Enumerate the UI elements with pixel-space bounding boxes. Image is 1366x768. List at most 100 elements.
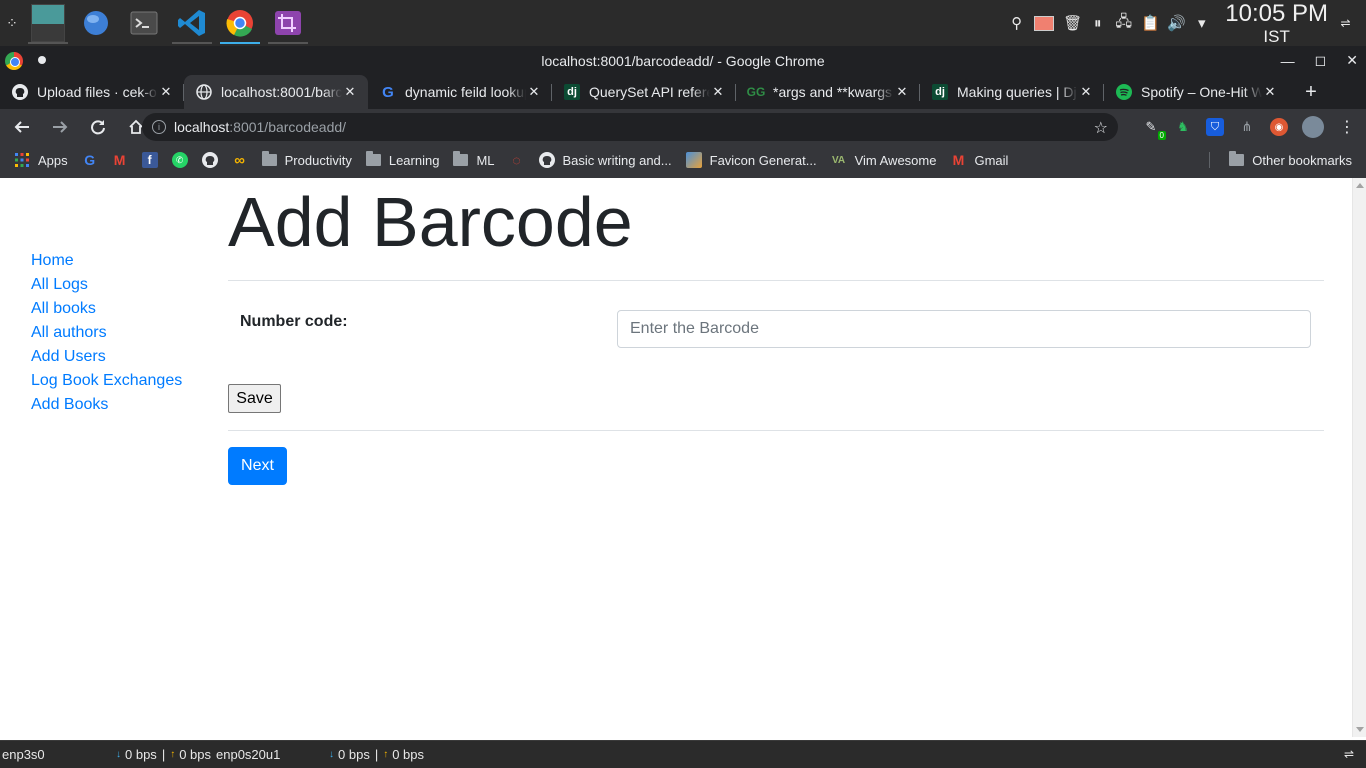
tab-args-kwargs[interactable]: GG *args and **kwargs ✕ [736,75,920,109]
nav-link-add-books[interactable]: Add Books [31,393,182,417]
back-button[interactable] [6,111,38,143]
bookmark-gmail[interactable]: M Gmail [950,152,1009,168]
tab-github-upload[interactable]: Upload files · cek-op ✕ [0,75,184,109]
minimize-icon[interactable]: — [1281,53,1295,69]
new-tab-button[interactable]: + [1294,75,1328,109]
bookmark-google[interactable]: G [82,152,98,168]
nav-link-all-books[interactable]: All books [31,297,182,321]
site-info-icon[interactable]: i [152,120,166,134]
bookmark-apps[interactable]: Apps [14,152,68,168]
nav-link-home[interactable]: Home [31,249,182,273]
tab-label: Spotify – One-Hit W [1141,84,1262,100]
download-arrow-icon: ↓ [329,749,335,760]
scroll-down-arrow-icon[interactable] [1356,727,1364,732]
virtual-desktop-pager[interactable] [24,0,72,46]
bookmark-folder-productivity[interactable]: Productivity [261,151,352,168]
media-pause-icon[interactable]: ⏸ [1089,15,1106,32]
window-pin-icon[interactable] [38,56,46,64]
nav-link-all-authors[interactable]: All authors [31,321,182,345]
tab-making-queries[interactable]: dj Making queries | Dj ✕ [920,75,1104,109]
tab-close-icon[interactable]: ✕ [894,84,910,100]
reload-button[interactable] [82,111,114,143]
bookmark-gmail-shortcut[interactable]: M [112,152,128,168]
taskbar-chrome-icon[interactable] [216,0,264,46]
tab-close-icon[interactable]: ✕ [526,84,542,100]
tab-localhost-barcodeadd[interactable]: localhost:8001/barc ✕ [184,75,368,109]
chevron-down-icon[interactable]: ▾ [1193,14,1210,32]
tab-label: Upload files · cek-op [37,84,158,100]
color-picker-icon[interactable] [1034,15,1055,31]
tab-spotify[interactable]: Spotify – One-Hit W ✕ [1104,75,1288,109]
bookmark-label: Vim Awesome [854,152,937,168]
search-icon[interactable]: ⚲ [1008,14,1025,32]
barcode-input[interactable] [617,310,1311,348]
forward-arrow-icon [53,121,68,133]
taskbar-vscode-icon[interactable] [168,0,216,46]
tab-google-search[interactable]: G dynamic feild lookup ✕ [368,75,552,109]
volume-icon[interactable]: 🔊 [1167,14,1186,32]
other-bookmarks[interactable]: Other bookmarks [1229,145,1352,175]
maximize-icon[interactable]: ◻ [1315,52,1327,69]
window-title: localhost:8001/barcodeadd/ - Google Chro… [541,52,825,69]
app-launcher-icon[interactable]: ⁘ [0,0,24,46]
forward-button[interactable] [44,111,76,143]
nav-link-all-logs[interactable]: All Logs [31,273,182,297]
tab-close-icon[interactable]: ✕ [1262,84,1278,100]
panel-settings-icon[interactable]: ⇌ [1344,747,1354,761]
profile-avatar[interactable] [1302,116,1324,138]
extension-tree-icon[interactable]: ⋔ [1238,118,1256,136]
clock-time: 10:05 PM [1225,0,1328,27]
bookmark-vim-awesome[interactable]: VA Vim Awesome [831,152,937,168]
taskbar-terminal-icon[interactable] [120,0,168,46]
url-host: localhost [174,119,230,135]
extension-bitwarden-icon[interactable]: ⛉ [1206,118,1224,136]
github-icon [538,152,555,168]
taskbar-files-icon[interactable] [72,0,120,46]
save-button[interactable]: Save [228,384,281,413]
taskbar-crop-tool-icon[interactable] [264,0,312,46]
trash-icon[interactable]: 🗑 [1063,14,1082,32]
bookmark-whatsapp[interactable]: ✆ [171,152,188,168]
extension-toggl-icon[interactable]: ✎ 0 [1142,118,1166,140]
page-viewport: Home All Logs All books All authors Add … [0,178,1352,737]
extension-badge: 0 [1157,131,1166,140]
clipboard-icon[interactable]: 📋 [1141,14,1160,32]
bookmark-folder-ml[interactable]: ML [453,151,495,168]
divider [228,280,1324,281]
tab-close-icon[interactable]: ✕ [342,84,358,100]
tab-close-icon[interactable]: ✕ [1078,84,1094,100]
bookmark-star-icon[interactable]: ☆ [1094,118,1108,138]
rate-separator: | [161,747,166,762]
extension-evernote-icon[interactable]: ♞ [1174,118,1192,136]
tab-close-icon[interactable]: ✕ [710,84,726,100]
bookmark-flame[interactable]: ◌ [509,152,525,168]
bookmark-github[interactable] [201,152,218,168]
scroll-up-arrow-icon[interactable] [1356,183,1364,188]
folder-icon [365,151,381,166]
nav-link-log-book-exchanges[interactable]: Log Book Exchanges [31,369,182,393]
panel-settings-icon[interactable]: ⇌ [1337,16,1354,30]
tab-queryset-api[interactable]: dj QuerySet API refere ✕ [552,75,736,109]
next-button[interactable]: Next [228,447,287,485]
bookmark-favicon-generator[interactable]: Favicon Generat... [685,152,817,168]
clock[interactable]: 10:05 PM IST [1225,0,1328,45]
close-icon[interactable]: ✕ [1346,52,1358,69]
vertical-scrollbar[interactable] [1352,178,1366,737]
address-bar[interactable]: i localhost:8001/barcodeadd/ ☆ [142,113,1118,141]
django-icon: dj [564,84,580,100]
window-controls: — ◻ ✕ [1281,46,1358,75]
tab-close-icon[interactable]: ✕ [158,84,174,100]
bookmark-folder-learning[interactable]: Learning [365,151,439,168]
extension-duckduckgo-icon[interactable]: ◉ [1270,118,1288,136]
nav-link-add-users[interactable]: Add Users [31,345,182,369]
network-icon[interactable]: 🖧 [1115,11,1132,36]
sidebar-nav: Home All Logs All books All authors Add … [31,249,182,417]
chrome-menu-icon[interactable]: ⋮ [1338,118,1356,136]
extensions-area: ✎ 0 ♞ ⛉ ⋔ ◉ ⋮ [1142,109,1356,145]
bookmark-facebook[interactable]: f [141,152,158,168]
bookmark-coursera[interactable]: ∞ [232,152,248,169]
bookmark-basic-writing[interactable]: Basic writing and... [538,152,672,168]
number-code-label: Number code: [240,313,348,330]
bookmark-label: Basic writing and... [562,152,672,168]
desktop-panel: ⁘ ⚲ 🗑 ⏸ 🖧 📋 🔊 ▾ 10:05 PM IST ⇌ [0,0,1366,46]
